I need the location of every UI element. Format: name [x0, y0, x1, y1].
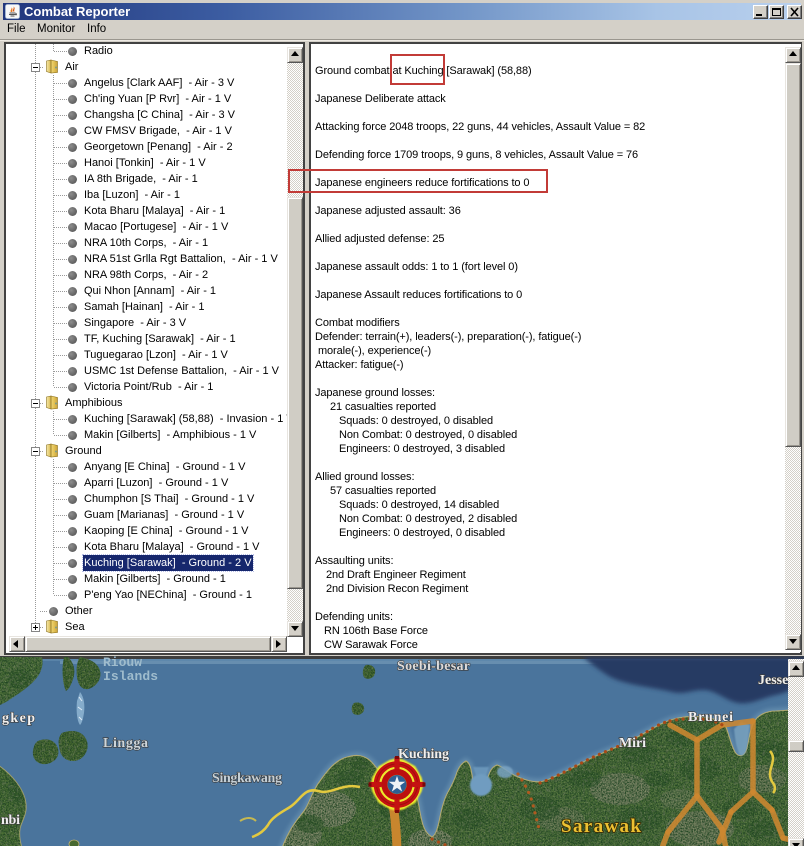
svg-text:nbi: nbi [1, 813, 20, 828]
svg-text:Brunei: Brunei [688, 710, 733, 725]
svg-text:gkep: gkep [2, 711, 35, 726]
svg-text:Miri: Miri [619, 736, 646, 751]
svg-text:Lingga: Lingga [103, 736, 148, 751]
svg-text:Singkawang: Singkawang [212, 771, 282, 786]
svg-text:Islands: Islands [103, 669, 158, 684]
svg-text:Soebi-besar: Soebi-besar [397, 659, 470, 674]
svg-text:Kuching: Kuching [398, 747, 449, 762]
svg-text:Jesse: Jesse [758, 673, 788, 688]
svg-text:Riouw: Riouw [103, 656, 142, 670]
